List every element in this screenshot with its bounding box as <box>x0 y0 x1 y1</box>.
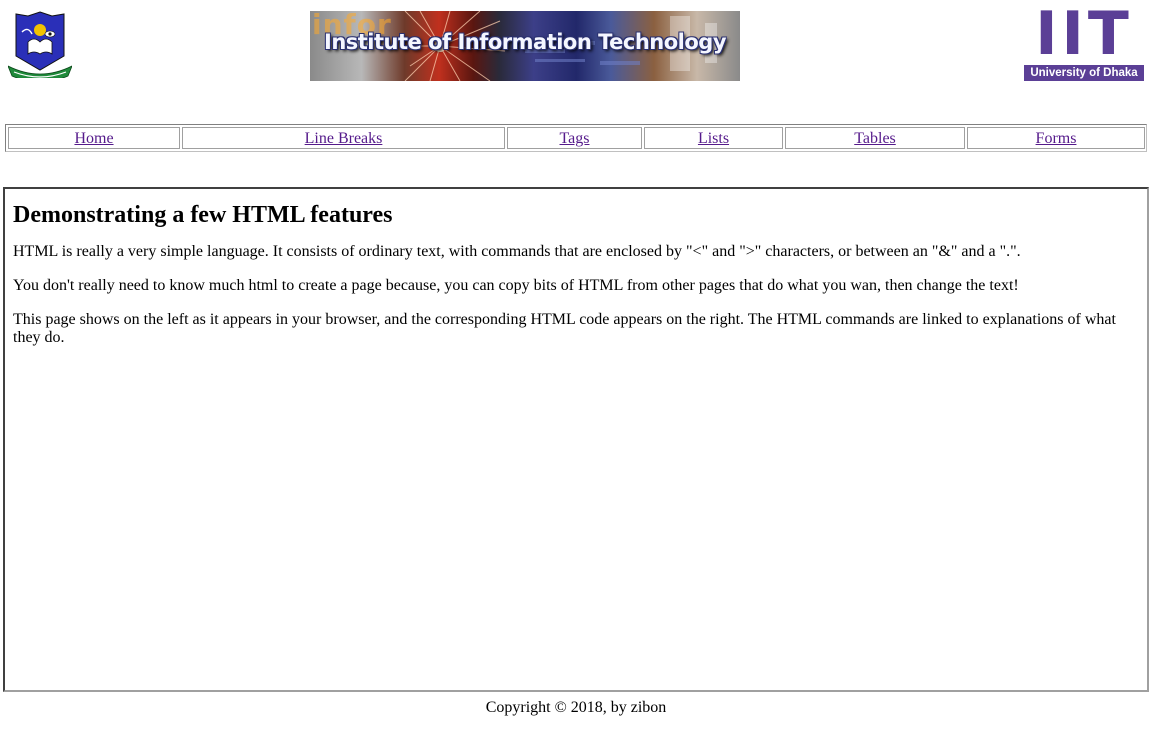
nav-link-forms[interactable]: Forms <box>1036 130 1077 147</box>
nav-link-lists[interactable]: Lists <box>698 130 729 147</box>
nav-item-tables[interactable]: Tables <box>785 127 965 149</box>
iit-logo: IIT University of Dhaka <box>1024 3 1144 81</box>
nav-item-forms[interactable]: Forms <box>967 127 1145 149</box>
iit-logo-subtitle: University of Dhaka <box>1024 65 1144 81</box>
content-frame[interactable]: Demonstrating a few HTML features HTML i… <box>3 187 1149 692</box>
intro-paragraph: HTML is really a very simple language. I… <box>13 243 1021 260</box>
nav-item-home[interactable]: Home <box>8 127 180 149</box>
copyright-footer: Copyright © 2018, by zibon <box>485 699 667 716</box>
nav-item-tags[interactable]: Tags <box>507 127 642 149</box>
nav-link-line-breaks[interactable]: Line Breaks <box>305 130 383 147</box>
nav-link-home[interactable]: Home <box>74 130 113 147</box>
page-heading: Demonstrating a few HTML features <box>13 202 393 228</box>
banner-title: Institute of Information Technology <box>324 30 727 54</box>
iit-logo-letters: IIT <box>1035 0 1133 69</box>
nav-bar: Home Line Breaks Tags Lists Tables Forms <box>5 124 1147 152</box>
nav-item-lists[interactable]: Lists <box>644 127 783 149</box>
iit-banner: infor Institute of Information Technolog… <box>310 11 740 81</box>
copy-tip-paragraph: You don't really need to know much html … <box>13 277 1019 294</box>
university-of-dhaka-logo <box>7 10 73 83</box>
nav-link-tags[interactable]: Tags <box>560 130 590 147</box>
nav-link-tables[interactable]: Tables <box>854 130 896 147</box>
layout-explanation-paragraph: This page shows on the left as it appear… <box>13 311 1116 346</box>
nav-item-line-breaks[interactable]: Line Breaks <box>182 127 505 149</box>
